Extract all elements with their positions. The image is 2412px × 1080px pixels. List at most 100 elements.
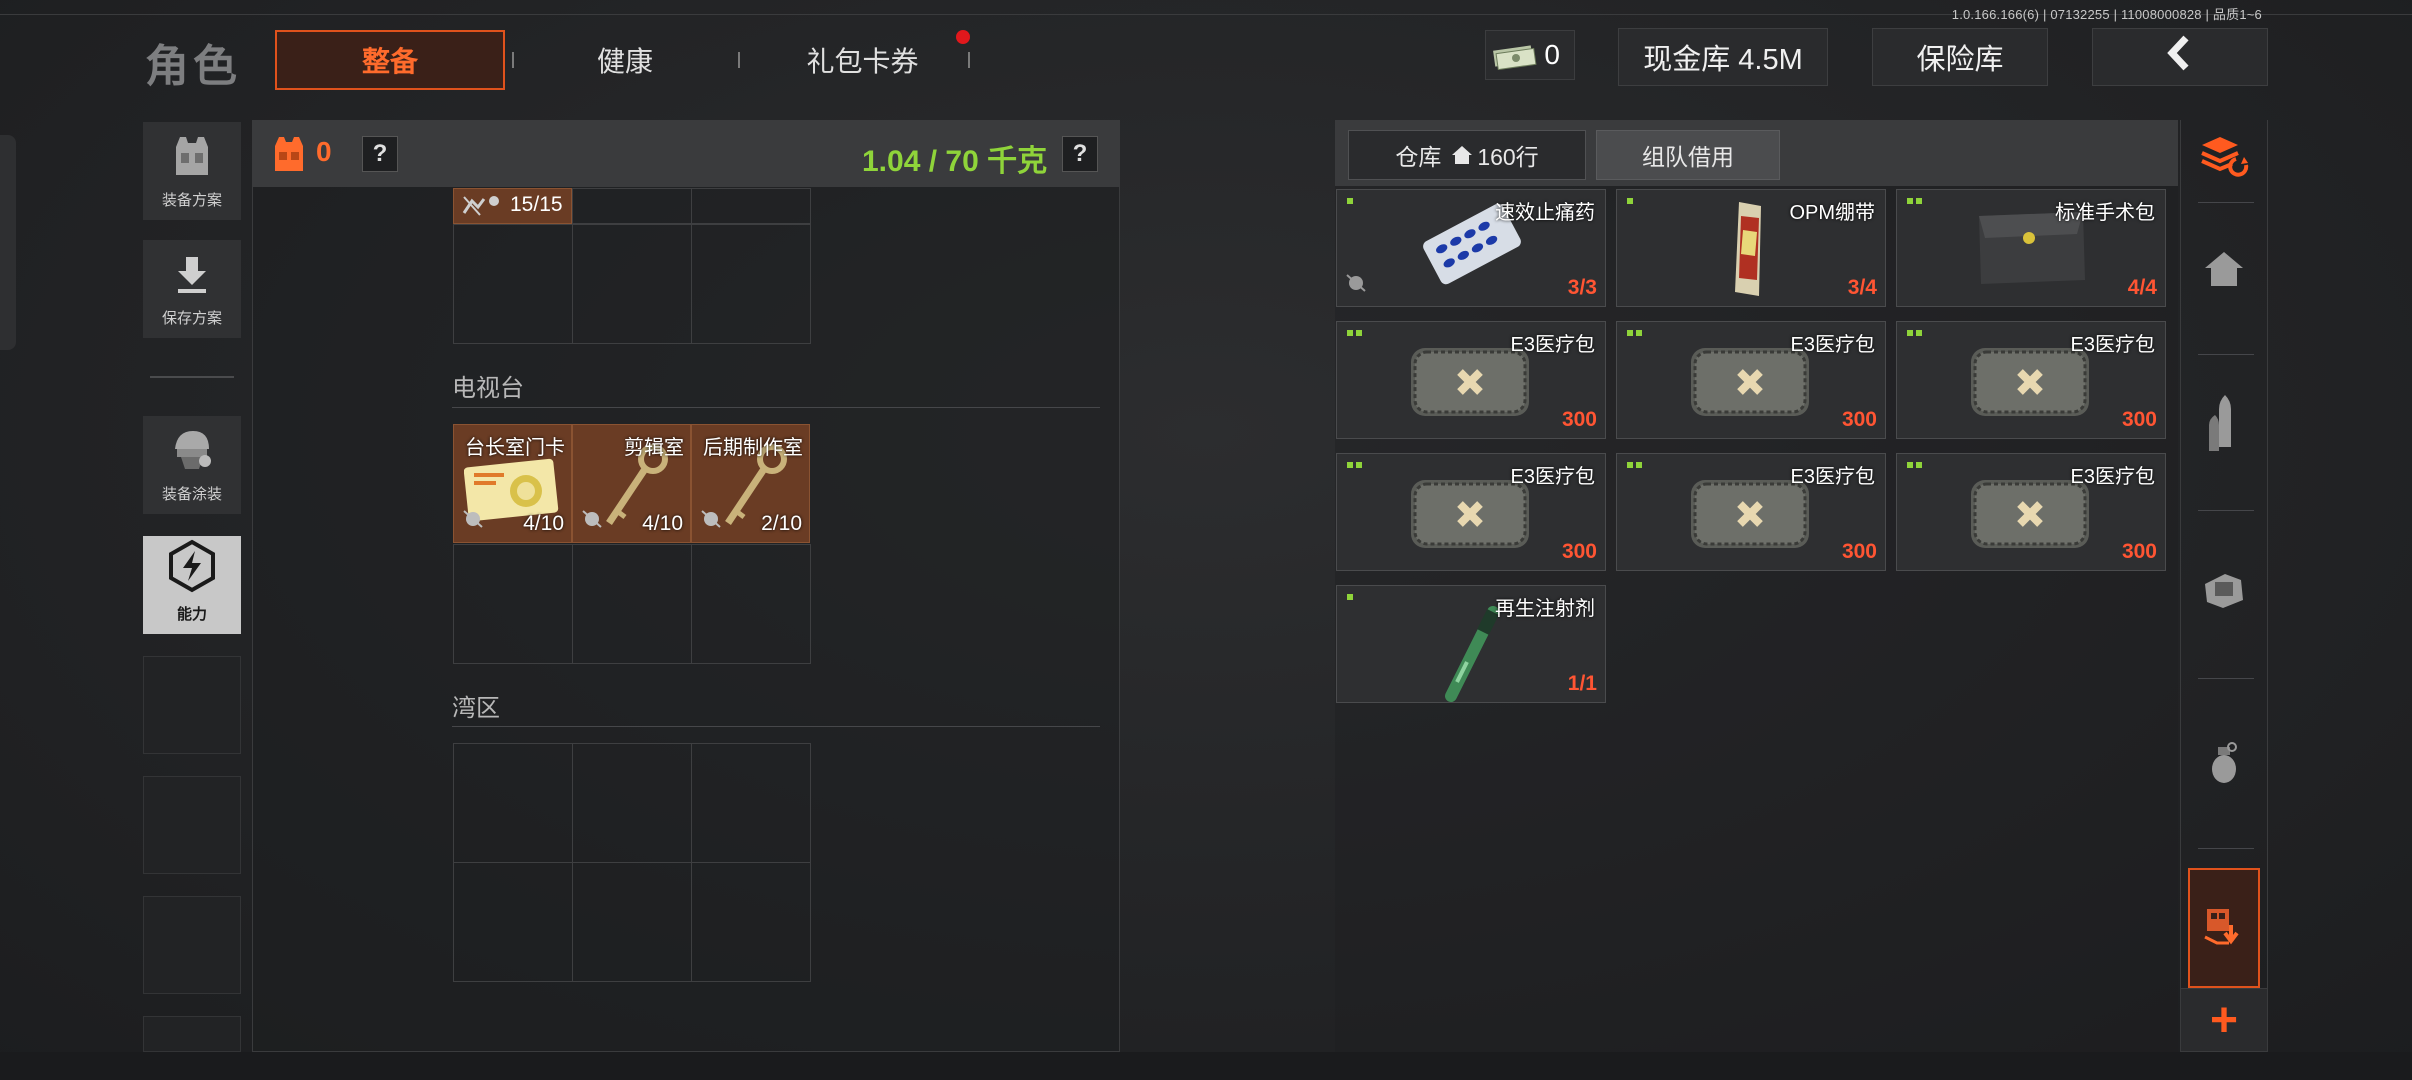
rarity-indicator (1627, 462, 1642, 468)
item-count: 300 (2121, 408, 2157, 431)
item-name: E3医疗包 (1790, 334, 1875, 356)
grid-cell[interactable] (691, 743, 811, 863)
add-button[interactable]: + (2180, 988, 2268, 1052)
item-count: 2/10 (761, 512, 802, 535)
grid-cell[interactable] (691, 544, 811, 664)
item-count: 300 (1561, 540, 1597, 563)
warehouse-label: 仓库 (1395, 144, 1442, 170)
save-preset-button[interactable]: 保存方案 (143, 240, 241, 338)
grid-cell[interactable] (572, 544, 692, 664)
stash-item[interactable]: 标准手术包 4/4 (1896, 189, 2166, 307)
tab-separator (968, 52, 970, 68)
grid-cell[interactable] (453, 544, 573, 664)
sidebar-item-label: 装备涂装 (161, 486, 222, 503)
loadout-preset-button[interactable]: 装备方案 (143, 122, 241, 220)
cash-count: 0 (1544, 39, 1560, 70)
key-item-slot[interactable]: 剪辑室 4/10 (572, 424, 691, 543)
item-name: 标准手术包 (2055, 202, 2155, 224)
nav-stash-transfer[interactable] (2188, 868, 2260, 988)
sight-icon (2201, 570, 2247, 617)
empty-slot[interactable] (143, 896, 241, 994)
grid-cell[interactable] (691, 224, 811, 344)
item-count: 4/4 (2127, 276, 2157, 299)
vest-icon (168, 133, 216, 183)
back-button[interactable] (2092, 28, 2268, 86)
item-name: 速效止痛药 (1495, 202, 1595, 224)
nav-divider (2198, 678, 2254, 679)
item-name: E3医疗包 (2070, 466, 2155, 488)
no-trade-icon (462, 509, 484, 534)
grid-cell[interactable] (691, 862, 811, 982)
item-count: 4/10 (642, 512, 683, 535)
tab-health[interactable]: 健康 (520, 30, 730, 90)
empty-slot[interactable] (143, 656, 241, 754)
grid-cell[interactable] (691, 188, 811, 224)
rarity-indicator (1907, 462, 1922, 468)
download-icon (174, 255, 210, 299)
cash-vault-button[interactable]: 现金库 4.5M (1618, 28, 1828, 86)
grid-cell[interactable] (453, 862, 573, 982)
page-title: 角色 (145, 42, 241, 91)
tab-loadout[interactable]: 整备 (275, 30, 505, 90)
key-item-slot[interactable]: 15/15 (453, 188, 572, 224)
stash-item[interactable]: E3医疗包 300 (1896, 453, 2166, 571)
nav-divider (2198, 202, 2254, 203)
rarity-indicator (1347, 198, 1353, 204)
sidebar-item-label: 保存方案 (161, 310, 222, 327)
rarity-indicator (1627, 330, 1642, 336)
tab-warehouse[interactable]: 仓库 160行 (1348, 130, 1586, 180)
stash-item[interactable]: E3医疗包 300 (1336, 321, 1606, 439)
notification-dot (956, 30, 970, 44)
grid-cell[interactable] (572, 224, 692, 344)
no-trade-icon (1345, 273, 1367, 298)
stash-item[interactable]: OPM绷带 3/4 (1616, 189, 1886, 307)
edge-handle[interactable] (0, 135, 16, 350)
nav-divider (2198, 354, 2254, 355)
version-text: 1.0.166.166(6) | 07132255 | 11008000828 … (1951, 7, 2262, 22)
nav-divider (2198, 848, 2254, 849)
weight-help-button[interactable]: ? (1062, 136, 1098, 172)
chevron-left-icon (2162, 35, 2198, 79)
nav-all-items[interactable] (2185, 112, 2263, 202)
item-name: 后期制作室 (703, 437, 803, 459)
safe-button[interactable]: 保险库 (1872, 28, 2048, 86)
grid-cell[interactable] (572, 743, 692, 863)
stash-item[interactable]: E3医疗包 300 (1616, 453, 1886, 571)
nav-throwables[interactable] (2185, 720, 2263, 810)
ammo-icon (2207, 393, 2241, 458)
key-item-slot[interactable]: 台长室门卡 4/10 (453, 424, 572, 543)
item-count: 300 (1841, 540, 1877, 563)
empty-slot[interactable] (143, 1016, 241, 1052)
nav-home[interactable] (2185, 226, 2263, 316)
lightning-hex-icon (166, 539, 218, 597)
key-item-slot[interactable]: 后期制作室 2/10 (691, 424, 810, 543)
equipment-skin-button[interactable]: 装备涂装 (143, 416, 241, 514)
helmet-icon (167, 425, 217, 477)
tab-separator (738, 52, 740, 68)
grid-cell[interactable] (453, 224, 573, 344)
grenade-icon (2208, 741, 2240, 790)
help-button[interactable]: ? (362, 136, 398, 172)
stash-item[interactable]: E3医疗包 300 (1896, 321, 2166, 439)
bandage-icon (1719, 196, 1779, 306)
nav-ammo[interactable] (2185, 380, 2263, 470)
item-name: E3医疗包 (2070, 334, 2155, 356)
item-count: 300 (1561, 408, 1597, 431)
tab-separator (512, 52, 514, 68)
item-count: 1/1 (1567, 672, 1597, 695)
grid-cell[interactable] (453, 743, 573, 863)
stash-item[interactable]: 速效止痛药 3/3 (1336, 189, 1606, 307)
stash-item[interactable]: 再生注射剂 1/1 (1336, 585, 1606, 703)
vest-count: 0 (316, 136, 332, 167)
empty-slot[interactable] (143, 776, 241, 874)
stash-item[interactable]: E3医疗包 300 (1616, 321, 1886, 439)
nav-attachments[interactable] (2185, 548, 2263, 638)
tab-gift-vouchers[interactable]: 礼包卡券 (760, 30, 965, 90)
ability-button[interactable]: 能力 (143, 536, 241, 634)
tab-team-borrow[interactable]: 组队借用 (1596, 130, 1780, 180)
stash-item[interactable]: E3医疗包 300 (1336, 453, 1606, 571)
item-name: E3医疗包 (1790, 466, 1875, 488)
grid-cell[interactable] (572, 188, 692, 224)
grid-cell[interactable] (572, 862, 692, 982)
rarity-indicator (1907, 198, 1922, 204)
